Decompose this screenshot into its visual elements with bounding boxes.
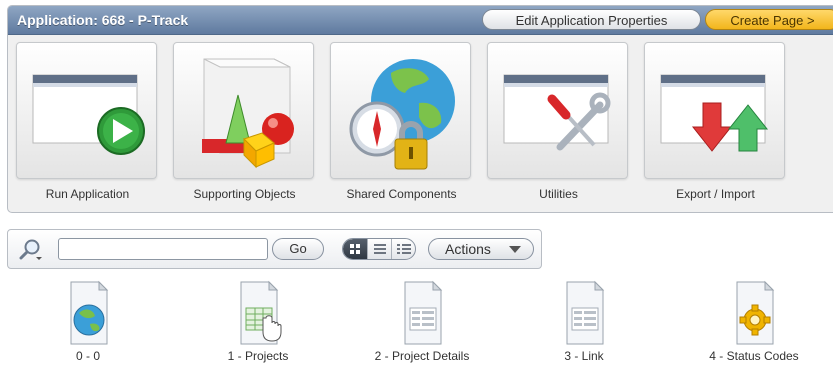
tile-run-application-label: Run Application [45, 187, 130, 201]
actions-menu-button[interactable]: Actions [428, 238, 534, 260]
page-item-4-label: 4 - Status Codes [709, 349, 799, 363]
go-button[interactable]: Go [272, 238, 324, 260]
edit-application-properties-button[interactable]: Edit Application Properties [482, 9, 701, 30]
search-toolbar: Go Actions [7, 229, 542, 269]
list-icon [374, 244, 386, 254]
form-page-icon [566, 280, 605, 345]
pages-list: 0 - 0 1 - Projects 2 - Project Details 3… [0, 280, 833, 365]
application-title: Application: 668 - P-Track [17, 12, 189, 28]
run-application-icon [32, 74, 145, 155]
chevron-down-icon [509, 246, 521, 253]
tile-shared-components-box[interactable] [330, 42, 471, 179]
actions-label: Actions [445, 241, 491, 257]
tile-export-import-box[interactable] [644, 42, 785, 179]
page-item-3[interactable]: 3 - Link [514, 280, 654, 363]
page-item-3-label: 3 - Link [564, 349, 604, 363]
utilities-icon [503, 74, 611, 151]
tile-run-application[interactable]: Run Application [16, 42, 159, 201]
supporting-objects-icon [202, 58, 294, 169]
page-item-1[interactable]: 1 - Projects [188, 280, 328, 363]
gear-page-icon [736, 280, 775, 345]
tile-utilities-box[interactable] [487, 42, 628, 179]
tile-export-import-label: Export / Import [676, 187, 755, 201]
table-hand-page-icon [240, 280, 282, 345]
tile-run-application-box[interactable] [16, 42, 157, 179]
page-item-0[interactable]: 0 - 0 [18, 280, 158, 363]
tile-export-import[interactable]: Export / Import [644, 42, 787, 201]
search-icon[interactable] [18, 238, 44, 262]
tile-utilities-label: Utilities [539, 187, 578, 201]
page-item-4[interactable]: 4 - Status Codes [684, 280, 824, 363]
page-item-0-label: 0 - 0 [75, 349, 100, 363]
create-page-button[interactable]: Create Page > [705, 9, 833, 30]
detail-list-icon [397, 244, 411, 254]
detail-view-button[interactable] [391, 239, 415, 259]
tile-shared-components[interactable]: Shared Components [330, 42, 473, 201]
icon-view-button[interactable] [343, 239, 367, 259]
tile-utilities[interactable]: Utilities [487, 42, 630, 201]
shared-components-icon [349, 59, 455, 170]
page-item-2-label: 2 - Project Details [374, 349, 470, 363]
view-toggle-group [342, 238, 416, 260]
export-import-icon [660, 74, 769, 152]
tile-supporting-objects-label: Supporting Objects [193, 187, 296, 201]
page-item-1-label: 1 - Projects [227, 349, 289, 363]
form-page-icon [404, 280, 443, 345]
application-region: Application: 668 - P-Track Edit Applicat… [7, 5, 833, 213]
globe-page-icon [70, 280, 109, 345]
tile-supporting-objects[interactable]: Supporting Objects [173, 42, 316, 201]
search-input[interactable] [58, 238, 268, 260]
tile-shared-components-label: Shared Components [346, 187, 457, 201]
region-header: Application: 668 - P-Track Edit Applicat… [8, 6, 833, 35]
tile-supporting-objects-box[interactable] [173, 42, 314, 179]
grid-icon [350, 244, 360, 254]
report-view-button[interactable] [367, 239, 392, 259]
page-item-2[interactable]: 2 - Project Details [352, 280, 492, 363]
